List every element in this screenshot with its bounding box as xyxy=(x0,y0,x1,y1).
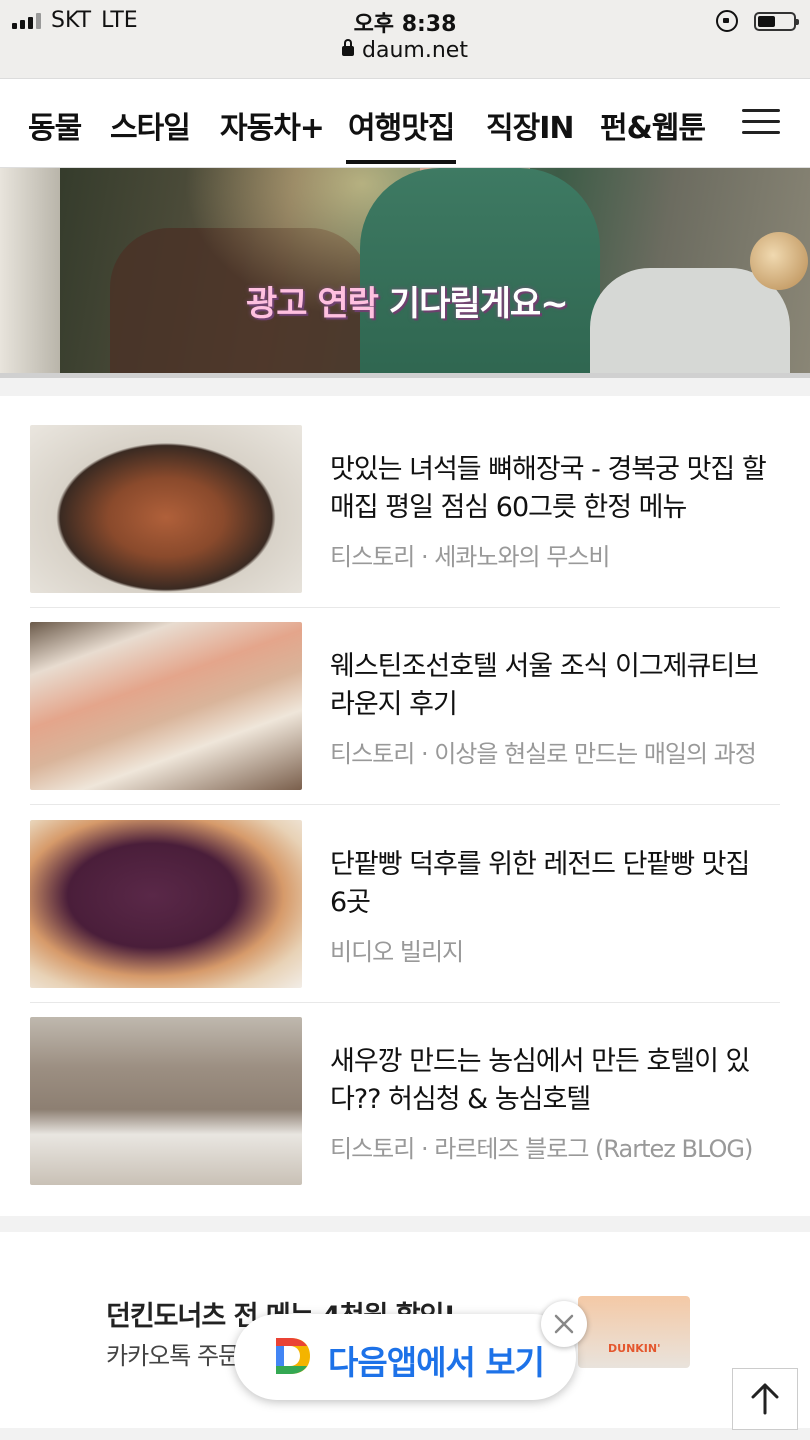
url-text: daum.net xyxy=(362,38,468,63)
article-list: 맛있는 녀석들 뼈해장국 - 경복궁 맛집 할매집 평일 점심 60그릇 한정 … xyxy=(0,396,810,1216)
article-title: 맛있는 녀석들 뼈해장국 - 경복궁 맛집 할매집 평일 점심 60그릇 한정 … xyxy=(330,454,767,523)
article-source: 티스토리 · 이상을 현실로 만드는 매일의 과정 xyxy=(330,740,757,768)
list-item[interactable]: 새우깡 만드는 농심에서 만든 호텔이 있다?? 허심청 & 농심호텔 티스토리… xyxy=(30,1017,780,1185)
status-right xyxy=(716,10,799,32)
article-source: 티스토리 · 라르테즈 블로그 (Rartez BLOG) xyxy=(330,1135,753,1163)
article-title: 웨스틴조선호텔 서울 조식 이그제큐티브 라운지 후기 xyxy=(330,651,759,720)
article-thumbnail xyxy=(30,425,302,593)
article-thumbnail xyxy=(30,820,302,988)
ad-subtitle: 카카오톡 주문 xyxy=(106,1342,240,1370)
open-in-app-label: 다음앱에서 보기 xyxy=(328,1343,545,1382)
ad-image xyxy=(578,1296,690,1368)
clock: 오후 8:38 xyxy=(353,12,457,37)
banner-caption-text: 기다릴게요~ xyxy=(388,284,569,324)
hamburger-menu-icon[interactable] xyxy=(742,109,780,135)
scroll-to-top-button[interactable] xyxy=(732,1368,798,1430)
tab-workplace[interactable]: 직장IN xyxy=(486,103,574,163)
globe-image xyxy=(750,232,808,290)
promo-banner[interactable]: 광고 연락 기다릴게요~ xyxy=(0,168,810,378)
article-title: 새우깡 만드는 농심에서 만든 호텔이 있다?? 허심청 & 농심호텔 xyxy=(330,1046,750,1115)
daum-logo-icon xyxy=(276,1338,310,1374)
lock-icon xyxy=(342,39,355,56)
open-in-app-button[interactable]: 다음앱에서 보기 xyxy=(234,1314,576,1400)
tab-animal[interactable]: 동물 xyxy=(28,103,82,163)
close-icon[interactable] xyxy=(541,1301,587,1347)
banner-caption-highlight: 광고 연락 xyxy=(246,284,379,324)
tab-fun-webtoon[interactable]: 펀&웹툰 xyxy=(600,103,706,163)
list-item[interactable]: 맛있는 녀석들 뼈해장국 - 경복궁 맛집 할매집 평일 점심 60그릇 한정 … xyxy=(30,425,780,593)
category-nav: 동물 스타일 자동차+ 여행맛집 직장IN 펀&웹툰 xyxy=(0,79,810,168)
url-bar[interactable]: daum.net xyxy=(0,38,810,63)
article-thumbnail xyxy=(30,1017,302,1185)
arrow-up-icon xyxy=(751,1383,779,1415)
article-source: 비디오 빌리지 xyxy=(330,938,464,966)
battery-icon xyxy=(754,11,799,31)
tab-style[interactable]: 스타일 xyxy=(110,103,191,163)
tab-car[interactable]: 자동차+ xyxy=(220,103,325,163)
article-source: 티스토리 · 세콰노와의 무스비 xyxy=(330,543,610,571)
banner-caption: 광고 연락 기다릴게요~ xyxy=(246,276,569,325)
rotation-lock-icon xyxy=(716,10,738,32)
tab-travel-food[interactable]: 여행맛집 xyxy=(345,103,457,164)
article-thumbnail xyxy=(30,622,302,790)
status-bar: SKT LTE 오후 8:38 daum.net xyxy=(0,0,810,79)
battery-fill xyxy=(758,15,775,27)
list-item[interactable]: 단팥빵 덕후를 위한 레전드 단팥빵 맛집 6곳 비디오 빌리지 xyxy=(30,820,780,988)
list-item[interactable]: 웨스틴조선호텔 서울 조식 이그제큐티브 라운지 후기 티스토리 · 이상을 현… xyxy=(30,622,780,790)
article-title: 단팥빵 덕후를 위한 레전드 단팥빵 맛집 6곳 xyxy=(330,849,750,918)
ad-brand: DUNKIN' xyxy=(608,1342,661,1355)
